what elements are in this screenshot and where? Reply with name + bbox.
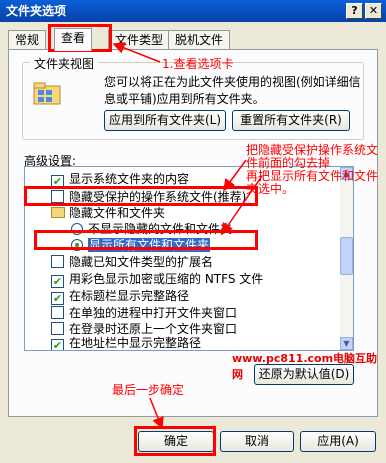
checkbox-icon[interactable]	[51, 255, 64, 268]
step1-annotation: 1.查看选项卡	[162, 57, 234, 71]
tab-view[interactable]: 查看	[54, 28, 93, 51]
ok-button-highlight	[134, 426, 216, 456]
list-item[interactable]: ✔ 在地址栏中显示完整路径	[51, 335, 201, 350]
scroll-thumb[interactable]	[340, 237, 353, 275]
apply-button[interactable]: 应用(A)	[300, 431, 376, 452]
hide-protected-highlight	[24, 186, 258, 206]
title-bar: 文件夹选项	[0, 0, 386, 22]
list-item[interactable]: ✔ 在标题栏显示完整路径	[51, 288, 189, 305]
apply-to-all-folders-button[interactable]: 应用到所有文件夹(L)	[104, 110, 226, 131]
checkbox-icon[interactable]: ✔	[51, 292, 64, 305]
list-item: 隐藏文件和文件夹	[51, 205, 165, 221]
tab-general[interactable]: 常规	[8, 30, 47, 50]
folder-view-description: 您可以将正在为此文件夹使用的视图(例如详细信息或平铺)应用到所有文件夹。	[104, 75, 361, 106]
show-all-highlight	[34, 230, 258, 250]
list-item[interactable]: 隐藏已知文件类型的扩展名	[51, 254, 213, 270]
window-title: 文件夹选项	[6, 4, 67, 18]
tab-file-types[interactable]: 文件类型	[108, 30, 171, 50]
help-button[interactable]: ?	[346, 3, 363, 19]
scroll-down-icon[interactable]: ▼	[340, 337, 353, 350]
watermark: www.pc811.com电脑互助网	[232, 352, 378, 381]
list-item[interactable]: ✔ 显示系统文件夹的内容	[51, 171, 189, 188]
checkbox-icon[interactable]: ✔	[51, 275, 64, 288]
final-step-annotation: 最后一步确定	[112, 383, 185, 397]
list-item[interactable]: ✔ 用彩色显示加密或压缩的 NTFS 文件	[51, 271, 263, 288]
checkbox-icon[interactable]: ✔	[51, 339, 64, 350]
step2-annotation: 把隐藏受保护操作系统文 件前面的勾去掉 再把显示所有文件和文件 夹选中。	[246, 143, 379, 196]
folder-view-title: 文件夹视图	[30, 55, 99, 72]
list-item[interactable]: 在单独的进程中打开文件夹窗口	[51, 305, 237, 321]
checkbox-icon[interactable]	[51, 322, 64, 335]
close-button[interactable]: ✕	[365, 3, 382, 19]
folder-view-icon	[33, 82, 61, 105]
folder-icon	[51, 207, 65, 218]
cancel-button[interactable]: 取消	[220, 431, 294, 452]
checkbox-icon[interactable]	[51, 306, 64, 319]
reset-all-folders-button[interactable]: 重置所有文件夹(R)	[232, 110, 350, 131]
tab-offline-files[interactable]: 脱机文件	[168, 30, 231, 50]
